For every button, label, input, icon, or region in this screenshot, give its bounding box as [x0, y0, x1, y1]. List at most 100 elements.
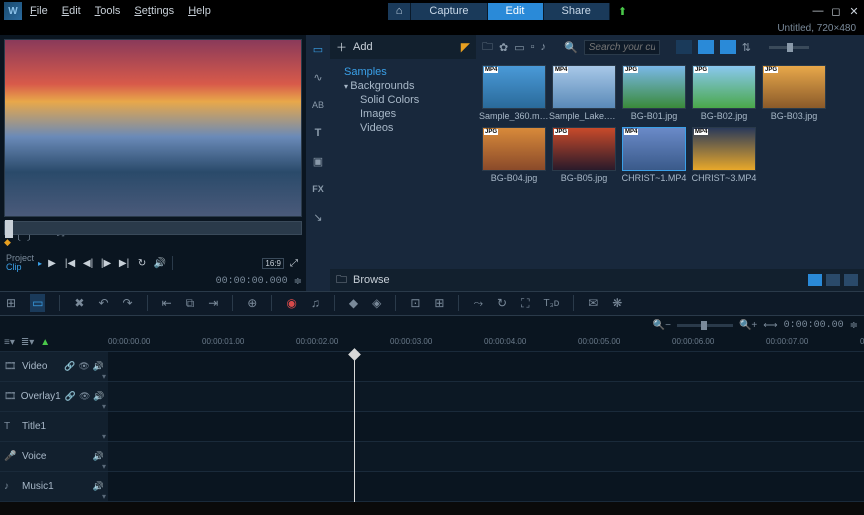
thumb-size-slider[interactable]: [769, 46, 809, 49]
thumbnail-item[interactable]: JPGBG-B02.jpg: [692, 65, 756, 121]
speed-icon[interactable]: ⤳: [473, 296, 483, 311]
storyboard-view-icon[interactable]: ⊞: [6, 296, 16, 310]
fit-timeline-icon[interactable]: ⟷: [763, 320, 777, 331]
tree-node-backgrounds[interactable]: Backgrounds: [338, 79, 468, 93]
zoom-in-icon[interactable]: 🔍+: [739, 320, 757, 331]
graphic-tool-icon[interactable]: ▣: [310, 153, 326, 169]
time-ruler[interactable]: 00:00:00.0000:00:01.0000:00:02.0000:00:0…: [108, 335, 864, 351]
play-button[interactable]: ▶: [44, 255, 60, 271]
preview-video[interactable]: [4, 39, 302, 217]
prev-frame-button[interactable]: ◀|: [80, 255, 96, 271]
marker-icon[interactable]: ◆: [349, 296, 358, 310]
align-right-icon[interactable]: ⇥: [208, 296, 218, 310]
tree-node-samples[interactable]: Samples: [338, 65, 468, 79]
thumbnail-item[interactable]: JPGBG-B01.jpg: [622, 65, 686, 121]
fx-icon[interactable]: ❋: [612, 296, 622, 310]
zoom-out-icon[interactable]: 🔍−: [653, 320, 671, 331]
scrub-bar[interactable]: [4, 221, 302, 235]
playhead[interactable]: [354, 352, 355, 502]
track-header[interactable]: ♪Music1🔊▾: [0, 472, 108, 501]
audio-tool-icon[interactable]: ∿: [310, 69, 326, 85]
track-lane[interactable]: [108, 442, 864, 471]
add-label[interactable]: Add: [353, 41, 373, 53]
tree-node-videos[interactable]: Videos: [338, 121, 468, 135]
undo-icon[interactable]: ↶: [98, 296, 108, 310]
split-screen-icon[interactable]: ✉: [588, 296, 598, 310]
track-toggle-icon[interactable]: 👁: [78, 361, 89, 372]
tree-node-images[interactable]: Images: [338, 107, 468, 121]
track-toggle-icon[interactable]: 🔊: [93, 451, 104, 462]
track-expand-icon[interactable]: ▾: [102, 492, 106, 501]
track-header[interactable]: 🎤Voice🔊▾: [0, 442, 108, 471]
track-motion-icon[interactable]: ⊡: [410, 296, 420, 310]
view-list-button[interactable]: [676, 40, 692, 54]
add-icon[interactable]: ＋: [336, 39, 347, 55]
track-expand-icon[interactable]: ▾: [102, 402, 106, 411]
panel-layout1-icon[interactable]: [808, 274, 822, 286]
menu-help[interactable]: Help: [188, 5, 211, 17]
track-expand-icon[interactable]: ▾: [102, 432, 106, 441]
thumbnail-item[interactable]: JPGBG-B05.jpg: [552, 127, 616, 183]
close-icon[interactable]: ✕: [848, 5, 860, 18]
upload-icon[interactable]: ⬆: [610, 3, 635, 20]
track-expand-icon[interactable]: ▾: [102, 462, 106, 471]
browse-folder-icon[interactable]: 🗀: [336, 271, 347, 290]
view-thumb-button[interactable]: [720, 40, 736, 54]
track-header[interactable]: 🎞Overlay1🔗👁🔊▾: [0, 382, 108, 411]
menu-file[interactable]: File: [30, 5, 48, 17]
sort-icon[interactable]: ⇅: [742, 41, 751, 54]
panel-layout3-icon[interactable]: [844, 274, 858, 286]
align-left-icon[interactable]: ⇤: [162, 296, 172, 310]
library-corner-icon[interactable]: ◤: [461, 40, 470, 54]
track-lane[interactable]: [108, 412, 864, 441]
volume-button[interactable]: 🔊: [152, 255, 168, 271]
timeline-view-icon[interactable]: ▭: [30, 294, 45, 312]
menu-edit[interactable]: Edit: [62, 5, 81, 17]
browse-label[interactable]: Browse: [353, 274, 390, 286]
panel-layout2-icon[interactable]: [826, 274, 840, 286]
view-grid-button[interactable]: [698, 40, 714, 54]
menu-tools[interactable]: Tools: [95, 5, 121, 17]
search-icon[interactable]: 🔍: [564, 41, 578, 54]
track-lane[interactable]: [108, 472, 864, 501]
tab-share[interactable]: Share: [544, 3, 610, 20]
search-input[interactable]: [584, 40, 660, 55]
redo-icon[interactable]: ↷: [123, 296, 133, 310]
track-expand-icon[interactable]: ▾: [102, 372, 106, 381]
go-start-button[interactable]: |◀: [62, 255, 78, 271]
track-toggle-icon[interactable]: 🔊: [93, 481, 104, 492]
enable-all-icon[interactable]: ▲: [40, 337, 50, 348]
center-icon[interactable]: ⧉: [186, 296, 195, 311]
insert-icon[interactable]: ⊕: [247, 296, 257, 310]
loop-button[interactable]: ↻: [134, 255, 150, 271]
track-menu-icon[interactable]: ≡▾: [4, 337, 15, 348]
tab-home[interactable]: ⌂: [388, 3, 412, 20]
3d-title-icon[interactable]: T₃ᴅ: [544, 298, 560, 309]
go-end-button[interactable]: ▶|: [116, 255, 132, 271]
filter-fx-icon[interactable]: FX: [310, 181, 326, 197]
rotate-icon[interactable]: ↻: [497, 296, 507, 310]
filter-photo-icon[interactable]: ▫: [531, 41, 535, 53]
media-library-icon[interactable]: ▭: [310, 41, 326, 57]
tab-capture[interactable]: Capture: [411, 3, 487, 20]
aspect-ratio-badge[interactable]: 16:9: [262, 258, 284, 269]
track-toggle-icon[interactable]: 🔗: [64, 361, 75, 372]
project-clip-toggle[interactable]: Project Clip: [6, 254, 34, 272]
path-tool-icon[interactable]: ↘: [310, 209, 326, 225]
track-header[interactable]: 🎞Video🔗👁🔊▾: [0, 352, 108, 381]
chapter-icon[interactable]: ◈: [372, 296, 381, 310]
track-toggle-icon[interactable]: 👁: [79, 391, 90, 402]
resize-preview-button[interactable]: ⤢: [286, 255, 302, 271]
maximize-icon[interactable]: ◻: [830, 5, 842, 18]
title-tool-icon[interactable]: T: [310, 125, 326, 141]
thumbnail-item[interactable]: MP4Sample_360.mp4: [482, 65, 546, 121]
minimize-icon[interactable]: —: [812, 5, 824, 17]
crop-icon[interactable]: ⛶: [521, 296, 529, 311]
tab-edit[interactable]: Edit: [488, 3, 544, 20]
thumbnail-item[interactable]: JPGBG-B03.jpg: [762, 65, 826, 121]
tree-node-solid-colors[interactable]: Solid Colors: [338, 93, 468, 107]
filter-audio-icon[interactable]: ♪: [541, 41, 547, 53]
track-lane[interactable]: [108, 382, 864, 411]
thumbnail-item[interactable]: MP4CHRIST~1.MP4: [622, 127, 686, 183]
track-header[interactable]: TTitle1▾: [0, 412, 108, 441]
